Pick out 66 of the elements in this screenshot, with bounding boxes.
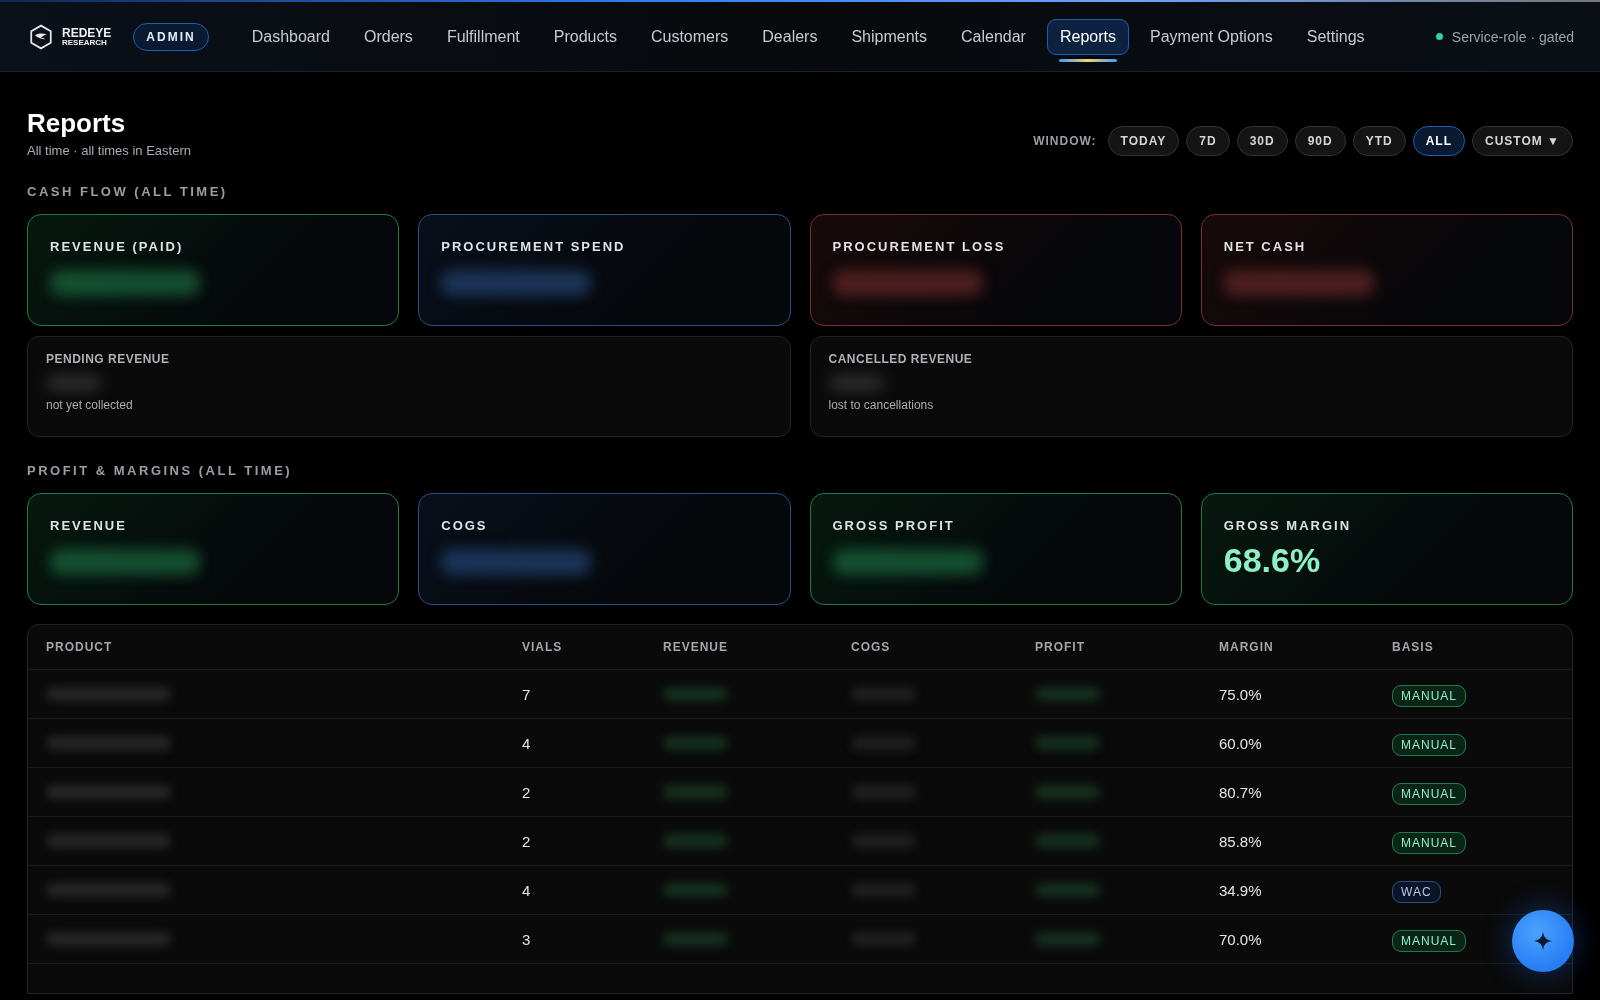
brand-name: REDEYE	[62, 26, 112, 39]
table-cell: 2	[522, 783, 531, 801]
summary-label: CANCELLED REVENUE	[828, 352, 974, 366]
metric-label: COGS	[441, 518, 489, 533]
metric-value: 68.6%	[1223, 541, 1322, 580]
table-cell: 34.9%	[1219, 881, 1262, 899]
metric-label: GROSS PROFIT	[832, 518, 956, 533]
table-cell: 75.0%	[1219, 685, 1262, 703]
table-cell: 3	[522, 930, 531, 948]
window-option[interactable]: 30D	[1236, 126, 1288, 156]
metric-label: PROCUREMENT SPEND	[441, 239, 627, 254]
basis-tag: WAC	[1392, 880, 1441, 903]
basis-tag: MANUAL	[1392, 782, 1466, 805]
nav-tab[interactable]: Dealers	[749, 18, 831, 55]
table-cell: 7	[522, 685, 531, 703]
nav-tab[interactable]: Customers	[637, 18, 742, 55]
window-option[interactable]: ALL	[1412, 126, 1465, 156]
basis-tag: MANUAL	[1392, 831, 1466, 854]
window-option[interactable]: 7D	[1186, 126, 1230, 156]
column-header: PRODUCT	[28, 625, 504, 670]
filter-label: WINDOW:	[1033, 134, 1097, 148]
page-title: Reports	[27, 108, 127, 139]
basis-tag: MANUAL	[1392, 684, 1466, 707]
nav-tab[interactable]: Payment Options	[1137, 18, 1286, 55]
table-cell: 4	[522, 734, 531, 752]
summary-label: PENDING REVENUE	[46, 352, 171, 366]
nav-tab[interactable]: Reports	[1046, 18, 1129, 55]
table-cell: 4	[522, 881, 531, 899]
metric-label: REVENUE	[50, 518, 128, 533]
section-title: CASH FLOW (ALL TIME)	[27, 184, 229, 199]
page-subtitle: All time · all times in Eastern	[27, 143, 191, 158]
table-cell: 60.0%	[1219, 734, 1262, 752]
logo-icon	[28, 23, 54, 50]
window-option[interactable]: TODAY	[1107, 126, 1180, 156]
nav-tab[interactable]: Products	[540, 18, 630, 55]
column-header: VIALS	[504, 625, 645, 670]
summary-note: not yet collected	[46, 398, 134, 412]
nav-tab[interactable]: Dashboard	[238, 18, 343, 55]
summary-note: lost to cancellations	[828, 398, 935, 412]
basis-tag: MANUAL	[1392, 733, 1466, 756]
section-title: PROFIT & MARGINS (ALL TIME)	[27, 463, 294, 478]
metric-label: PROCUREMENT LOSS	[832, 239, 1007, 254]
column-header: MARGIN	[1201, 625, 1374, 670]
column-header: BASIS	[1374, 625, 1572, 670]
nav-tab[interactable]: Fulfillment	[433, 18, 533, 55]
nav-tab[interactable]: Orders	[350, 18, 426, 55]
table-cell: 80.7%	[1219, 783, 1262, 801]
nav-tab[interactable]: Shipments	[838, 18, 940, 55]
window-option[interactable]: CUSTOM ▼	[1472, 126, 1573, 156]
table-cell: 2	[522, 832, 531, 850]
metric-label: NET CASH	[1223, 239, 1308, 254]
column-header: COGS	[833, 625, 1017, 670]
brand-subtitle: RESEARCH	[62, 38, 108, 47]
column-header: PROFIT	[1017, 625, 1201, 670]
metric-label: GROSS MARGIN	[1223, 518, 1353, 533]
nav-tab[interactable]: Settings	[1293, 18, 1378, 55]
table-cell: 85.8%	[1219, 832, 1262, 850]
column-header: REVENUE	[645, 625, 833, 670]
nav-tab[interactable]: Calendar	[948, 18, 1039, 55]
table-cell: 70.0%	[1219, 930, 1262, 948]
window-option[interactable]: 90D	[1294, 126, 1346, 156]
metric-label: REVENUE (PAID)	[50, 239, 185, 254]
basis-tag: MANUAL	[1392, 929, 1466, 952]
status-label: Service-role · gated	[1451, 28, 1574, 45]
window-option[interactable]: YTD	[1352, 126, 1406, 156]
admin-badge: ADMIN	[133, 22, 209, 51]
